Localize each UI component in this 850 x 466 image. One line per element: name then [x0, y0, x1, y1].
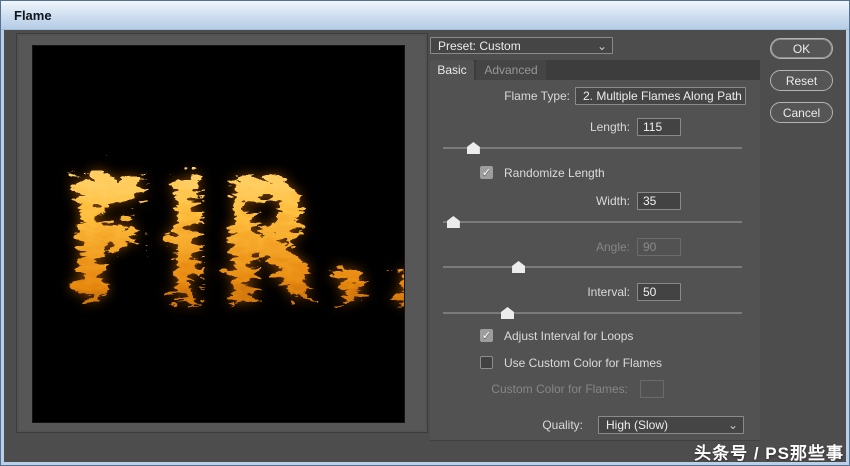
chevron-down-icon: ⌄ — [729, 89, 740, 103]
width-slider-thumb[interactable] — [446, 216, 460, 228]
interval-input[interactable] — [637, 283, 681, 301]
flame-preview-image: FIR.. FIR.. — [62, 137, 404, 334]
tab-basic-label: Basic — [437, 63, 467, 77]
use-custom-color-label: Use Custom Color for Flames — [504, 356, 663, 370]
interval-label: Interval: — [587, 285, 630, 299]
preview-frame: FIR.. FIR.. — [16, 33, 428, 433]
length-slider-thumb[interactable] — [466, 142, 480, 154]
flame-preview-canvas[interactable]: FIR.. FIR.. — [32, 45, 405, 423]
custom-color-swatch — [640, 380, 664, 398]
tab-advanced-label: Advanced — [484, 63, 538, 77]
flame-type-select-value: 2. Multiple Flames Along Path — [583, 89, 742, 103]
ok-button[interactable]: OK — [770, 38, 833, 59]
interval-slider-track[interactable] — [443, 312, 742, 314]
randomize-length-label: Randomize Length — [504, 166, 605, 180]
quality-select[interactable]: High (Slow) ⌄ — [598, 416, 744, 434]
length-label: Length: — [589, 120, 630, 134]
adjust-interval-label: Adjust Interval for Loops — [504, 329, 634, 343]
width-slider[interactable] — [443, 215, 742, 229]
interval-slider-thumb[interactable] — [500, 307, 514, 319]
width-label: Width: — [595, 194, 630, 208]
ok-button-label: OK — [792, 41, 811, 56]
width-slider-track[interactable] — [443, 221, 742, 223]
flame-type-label: Flame Type: — [504, 89, 570, 103]
chevron-down-icon: ⌄ — [727, 418, 738, 432]
randomize-length-checkbox[interactable]: ✓ — [480, 166, 493, 179]
flame-text: FIR.. — [62, 137, 404, 334]
angle-slider-thumb[interactable] — [512, 261, 526, 273]
flame-type-select[interactable]: 2. Multiple Flames Along Path ⌄ — [575, 87, 746, 105]
angle-slider-track[interactable] — [443, 266, 742, 268]
titlebar[interactable]: Flame — [1, 1, 849, 30]
tab-basic[interactable]: Basic — [430, 60, 474, 80]
use-custom-color-checkbox[interactable]: ✓ — [480, 356, 493, 369]
reset-button-label: Reset — [785, 73, 818, 88]
watermark: 头条号 / PS那些事 — [694, 444, 844, 462]
window-title: Flame — [14, 7, 52, 23]
chevron-down-icon: ⌄ — [596, 39, 607, 53]
tab-advanced[interactable]: Advanced — [476, 60, 546, 80]
length-slider-track[interactable] — [443, 147, 742, 149]
adjust-interval-checkbox[interactable]: ✓ — [480, 329, 493, 342]
check-icon: ✓ — [481, 166, 492, 179]
length-input[interactable] — [637, 118, 681, 136]
interval-slider[interactable] — [443, 306, 742, 320]
reset-button[interactable]: Reset — [770, 70, 833, 91]
quality-label: Quality: — [542, 418, 583, 432]
angle-label: Angle: — [595, 240, 630, 254]
angle-input — [637, 238, 681, 256]
custom-color-label: Custom Color for Flames: — [491, 382, 628, 396]
tabstrip: Basic Advanced — [430, 60, 760, 80]
flame-dialog-window: Flame FIR.. FIR.. Preset: Custom ⌄ Basic… — [0, 0, 850, 466]
width-input[interactable] — [637, 192, 681, 210]
preset-select-value: Preset: Custom — [438, 38, 521, 53]
cancel-button[interactable]: Cancel — [770, 102, 833, 123]
dialog-content: FIR.. FIR.. Preset: Custom ⌄ Basic Advan… — [4, 30, 846, 462]
preset-select[interactable]: Preset: Custom ⌄ — [430, 37, 613, 54]
length-slider[interactable] — [443, 141, 742, 155]
cancel-button-label: Cancel — [782, 105, 821, 120]
angle-slider[interactable] — [443, 260, 742, 274]
quality-select-value: High (Slow) — [606, 418, 669, 432]
check-icon: ✓ — [481, 329, 492, 342]
